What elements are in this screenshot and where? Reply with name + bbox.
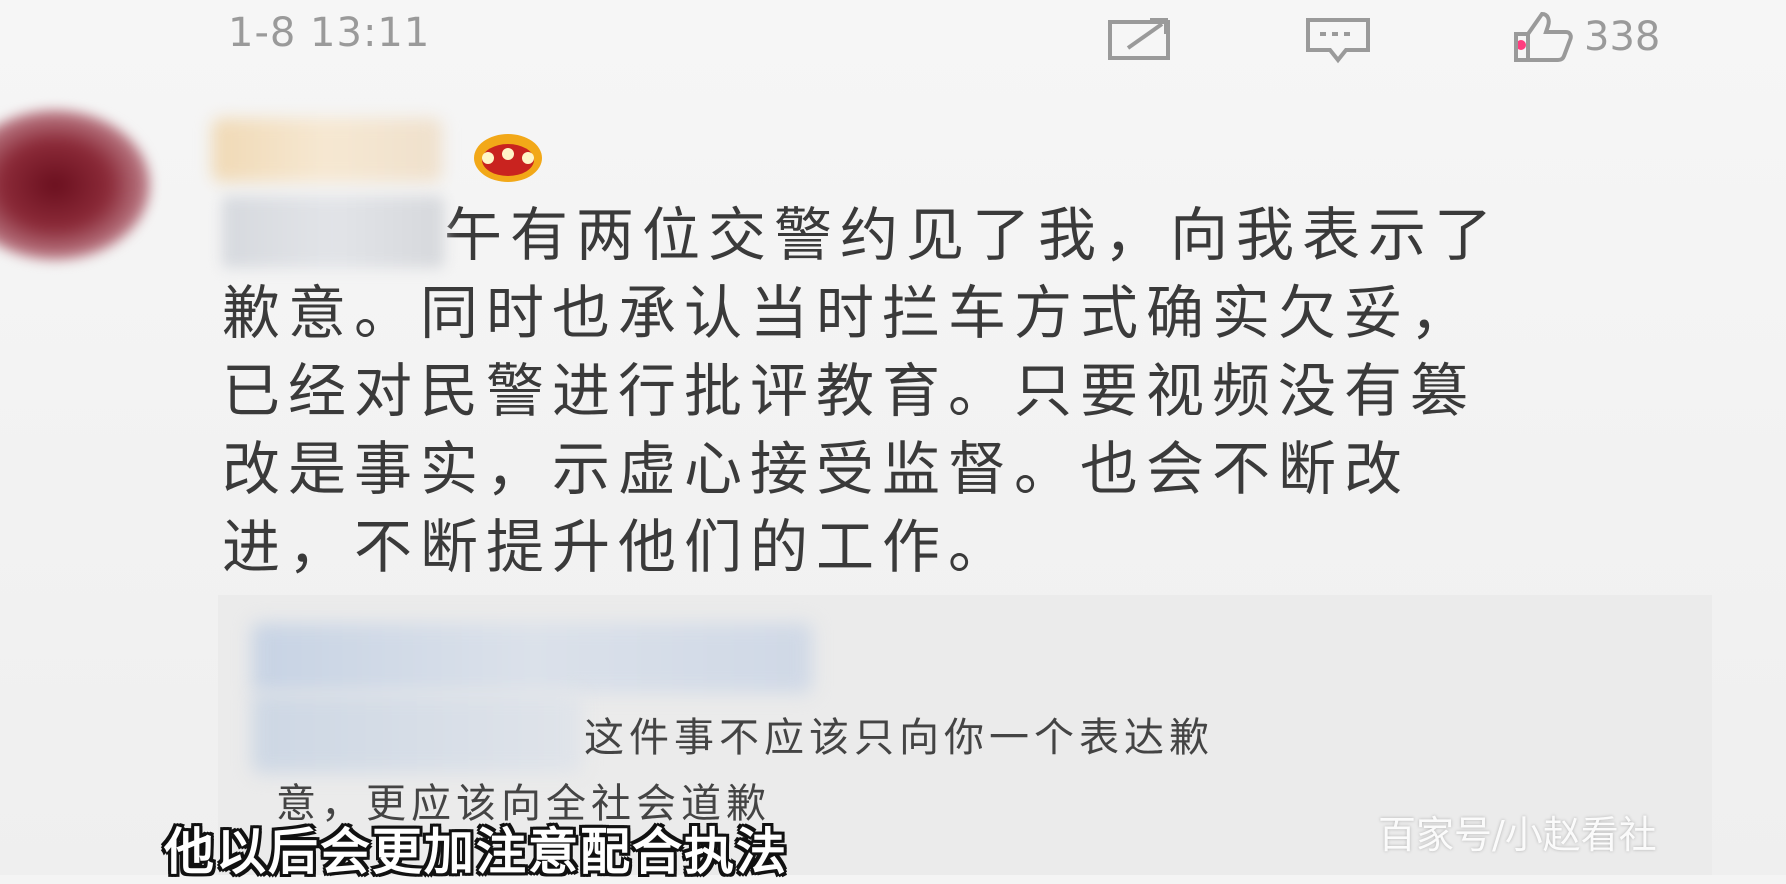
post-body: 午有两位交警约见了我，向我表示了 歉意。同时也承认当时拦车方式确实欠妥， 已经对… — [222, 196, 1722, 586]
avatar[interactable] — [0, 110, 150, 260]
post-line-4: 改是事实，示虚心接受监督。也会不断改 — [222, 435, 1411, 503]
post-meta-bar: 1-8 13:11 338 — [0, 0, 1786, 80]
reply-author-blurred — [252, 623, 812, 693]
comment-icon[interactable] — [1302, 14, 1374, 64]
post-line-5: 进，不断提升他们的工作。 — [222, 513, 1015, 581]
like-count: 338 — [1584, 14, 1661, 60]
post-timestamp: 1-8 13:11 — [228, 10, 431, 56]
reply-line-1: 这件事不应该只向你一个表达歉 — [584, 715, 1214, 761]
share-icon[interactable] — [1104, 14, 1176, 64]
blurred-text-prefix — [222, 196, 444, 268]
crown-vip-icon — [474, 134, 542, 182]
like-icon[interactable] — [1512, 8, 1576, 64]
post-line-3: 已经对民警进行批评教育。只要视频没有篡 — [222, 357, 1477, 425]
video-subtitle: 他以后会更加注意配合执法 — [164, 823, 788, 881]
watermark: 百家号/小赵看社 — [1378, 813, 1657, 857]
username-blurred[interactable] — [212, 118, 442, 182]
weibo-post-screen: 1-8 13:11 338 午有两位交警约见了我，向我表示了 歉意。同时也承认当… — [0, 0, 1786, 881]
reply-prefix-blurred — [252, 693, 582, 773]
post-line-1: 午有两位交警约见了我，向我表示了 — [444, 201, 1501, 269]
post-line-2: 歉意。同时也承认当时拦车方式确实欠妥， — [222, 279, 1477, 347]
